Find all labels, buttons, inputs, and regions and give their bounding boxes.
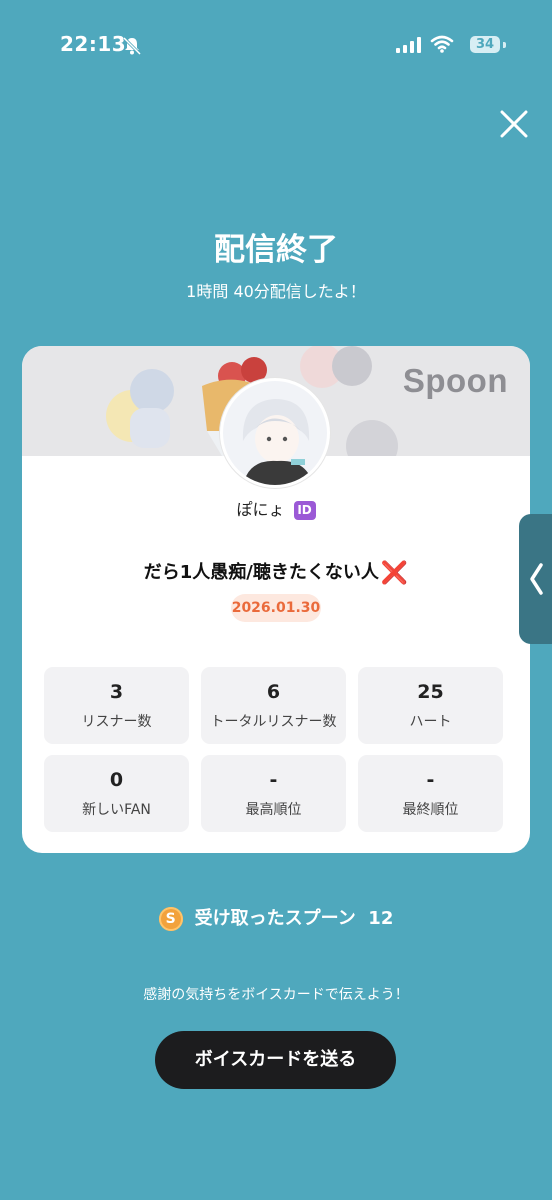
wifi-icon [430, 35, 454, 53]
nickname-row: ぽにょ ID [22, 496, 530, 520]
avatar-image [223, 381, 327, 485]
spoon-coin-icon: S [158, 907, 183, 931]
stat-listeners: 3 リスナー数 [44, 667, 189, 744]
stat-label: 最終順位 [402, 802, 459, 818]
stat-label: ハート [409, 714, 452, 730]
broadcast-summary-card: Spoon ぽにょ ID だら1人愚痴/聴きたくない人❌ 2026.01.30 … [22, 346, 530, 853]
nickname: ぽにょ [236, 500, 285, 519]
chevron-left-icon [530, 563, 543, 595]
stat-label: 新しいFAN [82, 802, 151, 818]
spoon-logo: Spoon [402, 362, 508, 399]
close-icon[interactable] [496, 106, 532, 142]
stat-value: 25 [417, 681, 444, 703]
stat-value: 0 [109, 769, 124, 791]
broadcast-date: 2026.01.30 [231, 594, 321, 622]
live-title: だら1人愚痴/聴きたくない人❌ [22, 558, 530, 586]
id-badge: ID [293, 501, 316, 520]
broadcast-duration: 1時間 40分配信したよ！ [186, 282, 366, 301]
received-spoons-count: 12 [368, 908, 394, 929]
stat-total-listeners: 6 トータルリスナー数 [201, 667, 346, 744]
stat-value: - [269, 769, 278, 791]
stat-label: リスナー数 [81, 714, 152, 730]
stat-final-rank: - 最終順位 [358, 755, 503, 832]
voice-card-prompt: 感謝の気持ちをボイスカードで伝えよう！ [143, 987, 409, 1003]
cellular-signal-icon [396, 37, 421, 53]
stat-label: トータルリスナー数 [210, 714, 337, 730]
battery-icon: 34 [470, 36, 500, 53]
stat-new-fans: 0 新しいFAN [44, 755, 189, 832]
side-panel-tab[interactable] [519, 514, 552, 644]
stat-highest-rank: - 最高順位 [201, 755, 346, 832]
status-time: 22:13 [60, 32, 127, 56]
battery-tip [503, 42, 506, 48]
stat-hearts: 25 ハート [358, 667, 503, 744]
stat-value: - [426, 769, 435, 791]
page-title: 配信終了 [214, 232, 338, 268]
cross-mark-emoji: ❌ [380, 561, 409, 586]
stat-label: 最高順位 [245, 802, 302, 818]
received-spoons: S 受け取ったスプーン 12 [0, 904, 552, 931]
live-title-text: だら1人愚痴/聴きたくない人 [143, 562, 379, 583]
bell-off-icon [122, 36, 142, 56]
status-bar: 22:13 34 [0, 30, 552, 62]
stat-value: 6 [266, 681, 281, 703]
received-spoons-label: 受け取ったスプーン [194, 908, 356, 929]
send-voice-card-button[interactable]: ボイスカードを送る [155, 1031, 396, 1089]
avatar[interactable] [220, 378, 330, 488]
stat-value: 3 [109, 681, 124, 703]
